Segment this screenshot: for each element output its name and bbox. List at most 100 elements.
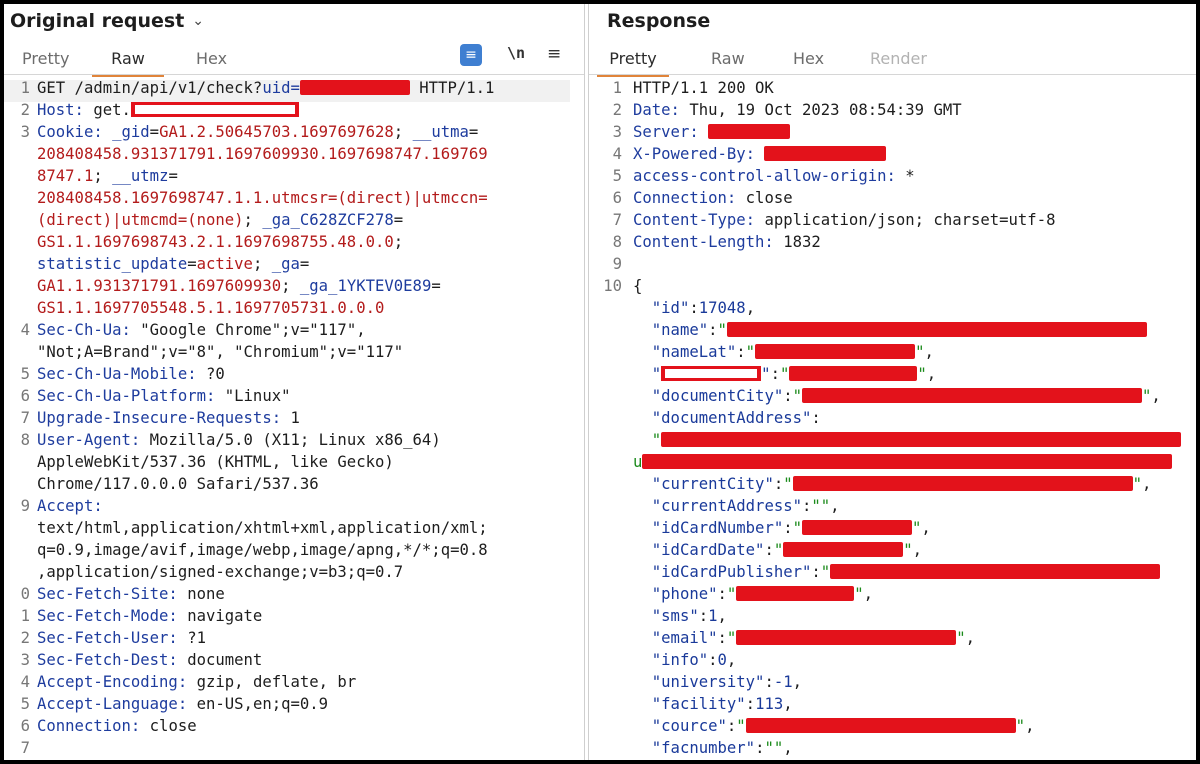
code-token: access-control-allow-origin:	[633, 167, 906, 185]
code-line: "info":0,	[633, 651, 737, 669]
code-token: :	[764, 673, 774, 691]
line-number: 6	[20, 717, 30, 735]
code-token: Sec-Ch-Ua-Mobile:	[37, 365, 206, 383]
code-token: "	[745, 343, 756, 361]
code-token: Connection:	[37, 717, 150, 735]
code-token: "	[651, 365, 662, 383]
code-token: 208408458.931371791.1697609930.169769874…	[37, 145, 488, 163]
code-token: get.	[93, 101, 131, 119]
newline-toggle-button[interactable]: \n	[507, 44, 525, 62]
chevron-down-icon[interactable]: ⌄	[192, 13, 204, 29]
tabs-divider	[4, 74, 584, 75]
line-number: 1	[20, 79, 30, 97]
code-line: q=0.9,image/avif,image/webp,image/apng,*…	[37, 541, 488, 559]
code-token: Sec-Fetch-User:	[37, 629, 188, 647]
code-token: =	[299, 255, 310, 273]
response-tabs: Pretty Raw Hex Render	[589, 48, 1196, 77]
code-line: Sec-Ch-Ua-Platform: "Linux"	[37, 387, 290, 405]
code-token: "Not;A=Brand";v="8", "Chromium";v="117"	[37, 343, 404, 361]
code-token: -1	[773, 673, 793, 691]
code-line: GA1.1.931371791.1697609930; _ga_1YKTEV0E…	[37, 277, 441, 295]
code-line: GS1.1.1697705548.5.1.1697705731.0.0.0	[37, 299, 384, 317]
line-number: 7	[612, 211, 622, 229]
code-line: Date: Thu, 19 Oct 2023 08:54:39 GMT	[633, 101, 962, 119]
code-token: :	[811, 409, 821, 427]
code-line: Accept-Encoding: gzip, deflate, br	[37, 673, 356, 691]
code-token: "sms"	[651, 607, 699, 625]
code-token: "idCardDate"	[651, 541, 765, 559]
code-line: text/html,application/xhtml+xml,applicat…	[37, 519, 488, 537]
code-token: "	[820, 563, 831, 581]
code-token: Cookie:	[37, 123, 113, 141]
code-token: gzip, deflate, br	[196, 673, 357, 691]
tab-render[interactable]: Render	[870, 48, 927, 74]
redaction-block	[755, 344, 916, 359]
code-token: HTTP/1.1 200 OK	[633, 79, 774, 97]
code-token: Sec-Fetch-Mode:	[37, 607, 188, 625]
code-token: ?0	[206, 365, 225, 383]
code-line: Sec-Ch-Ua: "Google Chrome";v="117",	[37, 321, 366, 339]
pane-title-request: Original request ⌄	[10, 10, 204, 32]
code-token: "documentAddress"	[651, 409, 812, 427]
line-number: 3	[20, 123, 30, 141]
code-line: HTTP/1.1 200 OK	[633, 79, 774, 97]
line-number: 2	[612, 101, 622, 119]
code-token: ,	[965, 629, 976, 647]
hamburger-menu-icon[interactable]: ≡	[547, 44, 561, 64]
tab-raw[interactable]: Raw	[92, 48, 164, 77]
code-token: :	[726, 717, 737, 735]
code-line: Sec-Fetch-User: ?1	[37, 629, 206, 647]
code-token: Accept:	[37, 497, 103, 515]
code-token: "	[1132, 475, 1143, 493]
code-token: "	[912, 519, 922, 537]
line-number: 4	[20, 321, 30, 339]
code-token: X-Powered-By:	[633, 145, 765, 163]
code-token: 0	[717, 651, 727, 669]
code-line: Host: get.	[37, 101, 299, 119]
code-token: _ga	[271, 255, 300, 273]
code-token: ;	[393, 233, 404, 251]
code-token: "idCardNumber"	[651, 519, 784, 537]
line-number: 5	[20, 365, 30, 383]
code-token: q=0.9,image/avif,image/webp,image/apng,*…	[37, 541, 488, 559]
code-token: "id"	[651, 299, 690, 317]
tab-hex[interactable]: Hex	[793, 48, 824, 74]
code-line: Connection: close	[633, 189, 793, 207]
tab-hex[interactable]: Hex	[196, 48, 227, 74]
code-token: "idCardPublisher"	[651, 563, 812, 581]
code-token: navigate	[187, 607, 263, 625]
code-token: :	[770, 365, 780, 383]
code-token: :	[802, 497, 812, 515]
code-token: active	[196, 255, 253, 273]
code-token: ,	[830, 497, 840, 515]
code-token: Content-Length:	[633, 233, 784, 251]
line-number: 9	[612, 255, 622, 273]
line-number: 5	[612, 167, 622, 185]
word-wrap-icon[interactable]: ≡	[460, 44, 482, 66]
code-token: statistic_update	[37, 255, 188, 273]
code-line: "documentAddress":	[633, 409, 821, 427]
code-line: Server:	[633, 123, 791, 141]
tab-pretty[interactable]: Pretty	[597, 48, 669, 77]
code-token: ;	[252, 255, 272, 273]
code-line: Sec-Ch-Ua-Mobile: ?0	[37, 365, 225, 383]
code-token: "	[651, 431, 662, 449]
code-line: "cource":" ",	[633, 717, 1035, 735]
tab-pretty[interactable]: Pretty	[22, 48, 69, 74]
tab-raw[interactable]: Raw	[711, 48, 745, 74]
code-line: Chrome/117.0.0.0 Safari/537.36	[37, 475, 319, 493]
code-token: "nameLat"	[651, 343, 737, 361]
code-line: Sec-Fetch-Site: none	[37, 585, 225, 603]
code-token: AppleWebKit/537.36 (KHTML, like Gecko)	[37, 453, 394, 471]
code-token: GS1.1.1697698743.2.1.1697698755.48.0.0	[37, 233, 394, 251]
line-number: 1	[20, 607, 30, 625]
code-token: Host:	[37, 101, 94, 119]
